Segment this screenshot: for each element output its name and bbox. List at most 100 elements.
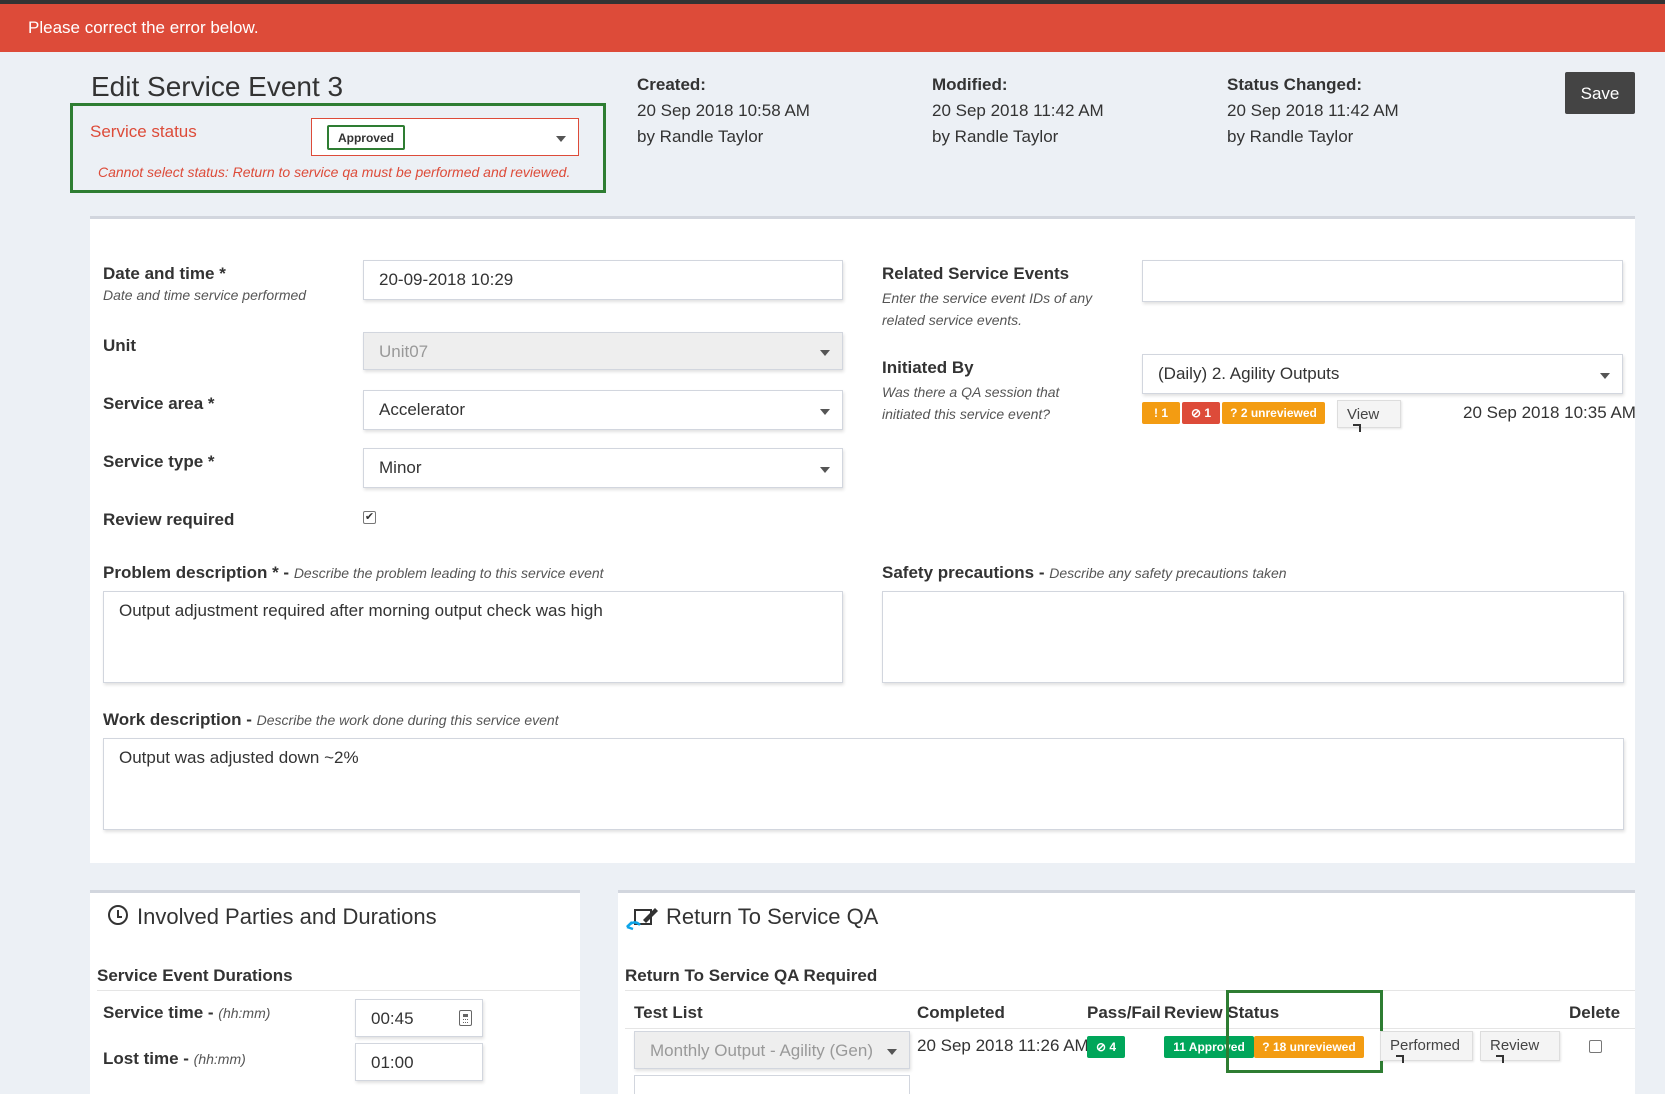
- edit-signature-icon: [626, 905, 660, 931]
- related-events-input[interactable]: [1142, 260, 1623, 302]
- review-required-label: Review required: [103, 510, 235, 529]
- chevron-down-icon: [556, 136, 566, 142]
- error-alert-text: Please correct the error below.: [28, 18, 259, 37]
- meta-modified-by: by Randle Taylor: [932, 127, 1059, 146]
- status-pill-approved: Approved: [327, 125, 405, 150]
- durations-divider: [97, 990, 580, 991]
- pass-badge: ⊘ 4: [1087, 1036, 1125, 1058]
- chevron-down-icon: [1600, 373, 1610, 379]
- calculator-icon[interactable]: [459, 1010, 472, 1026]
- rtsqa-divider: [625, 990, 1635, 991]
- no-tol-badge: ⊘ 1: [1182, 402, 1220, 424]
- related-label: Related Service Events: [882, 264, 1070, 283]
- rtsqa-required-heading: Return To Service QA Required: [625, 966, 878, 985]
- delete-checkbox[interactable]: [1589, 1040, 1602, 1053]
- datetime-input[interactable]: 20-09-2018 10:29: [363, 260, 843, 300]
- safety-help: Describe any safety precautions taken: [1049, 565, 1287, 581]
- col-pass-fail: Pass/Fail: [1087, 1003, 1161, 1022]
- col-test-list: Test List: [634, 1003, 703, 1022]
- unit-label: Unit: [103, 336, 137, 355]
- view-label: View: [1347, 406, 1380, 423]
- failing-tests-count: 1: [1161, 406, 1169, 420]
- lost-time-label: Lost time: [103, 1049, 179, 1068]
- check-circle-icon: ⊘: [1095, 1040, 1107, 1054]
- return-to-service-qa-title: Return To Service QA: [666, 904, 879, 929]
- service-area-select[interactable]: Accelerator: [363, 390, 843, 430]
- unit-select[interactable]: Unit07: [363, 332, 843, 370]
- meta-status-changed-date: 20 Sep 2018 11:42 AM: [1227, 101, 1399, 120]
- col-completed: Completed: [917, 1003, 1005, 1022]
- safety-precautions-textarea[interactable]: [882, 591, 1624, 683]
- durations-heading: Service Event Durations: [97, 966, 293, 985]
- external-link-icon: [1353, 424, 1361, 432]
- meta-status-changed-by: by Randle Taylor: [1227, 127, 1354, 146]
- lost-time-label-row: Lost time - (hh:mm): [103, 1049, 246, 1069]
- initiated-by-value: (Daily) 2. Agility Outputs: [1158, 364, 1340, 383]
- service-status-error: Cannot select status: Return to service …: [98, 164, 571, 180]
- ban-icon: ⊘: [1190, 406, 1202, 420]
- work-label: Work description: [103, 710, 242, 729]
- performed-button[interactable]: Performed: [1380, 1031, 1473, 1063]
- pass-count: 4: [1109, 1040, 1117, 1054]
- review-status-highlight-box: [1226, 990, 1383, 1073]
- review-button[interactable]: Review: [1480, 1031, 1560, 1063]
- initiated-by-help: Was there a QA session that initiated th…: [882, 384, 1060, 422]
- meta-modified: Modified: 20 Sep 2018 11:42 AM by Randle…: [932, 75, 1104, 147]
- meta-created-heading: Created:: [637, 75, 706, 94]
- chevron-down-icon: [820, 350, 830, 356]
- chevron-down-icon: [820, 467, 830, 473]
- meta-status-changed-heading: Status Changed:: [1227, 75, 1363, 94]
- col-delete: Delete: [1569, 1003, 1621, 1022]
- service-type-select[interactable]: Minor: [363, 448, 843, 488]
- completed-date: 20 Sep 2018 11:26 AM: [917, 1036, 1089, 1055]
- review-required-checkbox[interactable]: ✔: [363, 511, 376, 524]
- service-time-value: 00:45: [371, 1009, 414, 1028]
- work-help: Describe the work done during this servi…: [256, 712, 559, 728]
- service-status-label: Service status: [90, 122, 197, 141]
- related-help: Enter the service event IDs of any relat…: [882, 290, 1093, 328]
- initiated-by-date: 20 Sep 2018 10:35 AM: [1463, 403, 1636, 422]
- service-type-label: Service type *: [103, 452, 215, 471]
- lost-time-input[interactable]: 01:00: [355, 1043, 483, 1081]
- lost-time-dash: -: [178, 1049, 194, 1068]
- work-description-textarea[interactable]: Output was adjusted down ~2%: [103, 738, 1624, 830]
- datetime-help: Date and time service performed: [103, 287, 307, 303]
- problem-description-textarea[interactable]: Output adjustment required after morning…: [103, 591, 843, 683]
- test-list-select[interactable]: Monthly Output - Agility (Gen): [634, 1031, 910, 1069]
- review-label: Review: [1490, 1037, 1540, 1054]
- service-time-label: Service time: [103, 1003, 204, 1022]
- unreviewed-count: 2 unreviewed: [1240, 406, 1317, 420]
- failing-tests-badge: ! 1: [1142, 402, 1180, 424]
- problem-help: Describe the problem leading to this ser…: [293, 565, 604, 581]
- test-list-select-2[interactable]: [634, 1075, 910, 1094]
- chevron-down-icon: [820, 409, 830, 415]
- initiated-by-label: Initiated By: [882, 358, 974, 377]
- safety-label: Safety precautions: [882, 563, 1035, 582]
- service-time-help: (hh:mm): [218, 1005, 271, 1021]
- external-link-icon: [1496, 1055, 1504, 1063]
- chevron-down-icon: [887, 1049, 897, 1055]
- service-status-select[interactable]: Approved: [311, 118, 579, 156]
- service-area-value: Accelerator: [379, 400, 465, 419]
- service-type-value: Minor: [379, 458, 422, 477]
- unit-select-value: Unit07: [379, 342, 429, 361]
- unreviewed-badge: ? 2 unreviewed: [1222, 402, 1325, 424]
- safety-dash: -: [1034, 563, 1050, 582]
- meta-modified-date: 20 Sep 2018 11:42 AM: [932, 101, 1104, 120]
- lost-time-help: (hh:mm): [193, 1051, 246, 1067]
- initiated-by-select[interactable]: (Daily) 2. Agility Outputs: [1142, 354, 1623, 394]
- service-time-label-row: Service time - (hh:mm): [103, 1003, 270, 1023]
- service-area-label: Service area *: [103, 394, 215, 413]
- save-button[interactable]: Save: [1565, 72, 1635, 114]
- service-time-input[interactable]: 00:45: [355, 999, 483, 1037]
- involved-parties-title: Involved Parties and Durations: [137, 904, 437, 929]
- view-qa-session-button[interactable]: View: [1337, 400, 1401, 432]
- no-tol-count: 1: [1204, 406, 1212, 420]
- datetime-label: Date and time *: [103, 264, 226, 283]
- meta-created-by: by Randle Taylor: [637, 127, 764, 146]
- rtsqa-header-divider: [625, 1028, 1635, 1029]
- problem-dash: -: [278, 563, 294, 582]
- exclamation-icon: !: [1153, 406, 1158, 420]
- meta-created-date: 20 Sep 2018 10:58 AM: [637, 101, 810, 120]
- meta-modified-heading: Modified:: [932, 75, 1008, 94]
